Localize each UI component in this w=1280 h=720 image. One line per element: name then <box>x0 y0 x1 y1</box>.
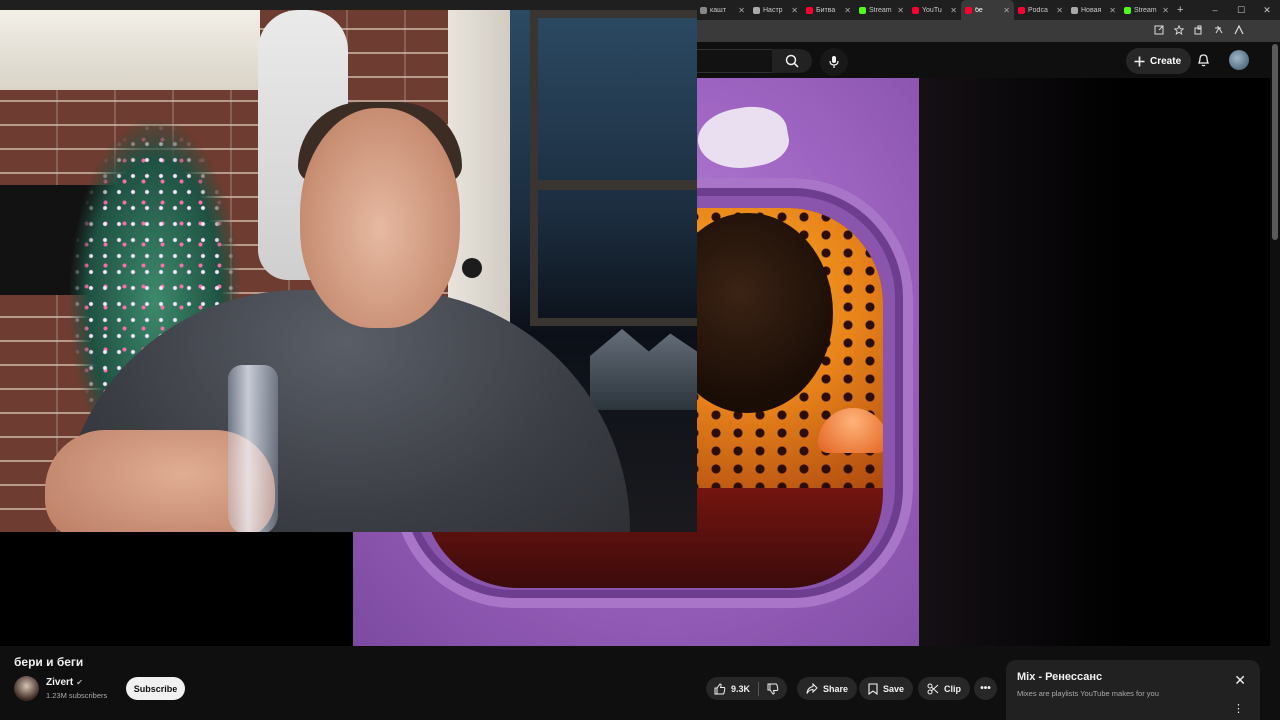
browser-tab[interactable]: Stream ✕ <box>1120 0 1173 20</box>
mix-playlist-panel: Mix - Ренессанс Mixes are playlists YouT… <box>1006 660 1260 720</box>
tab-title: Stream <box>1134 6 1157 14</box>
tab-close-icon[interactable]: ✕ <box>1056 6 1063 15</box>
save-button[interactable]: Save <box>859 677 914 700</box>
browser-tab[interactable]: бе ✕ <box>961 0 1014 20</box>
channel-avatar[interactable] <box>14 676 39 701</box>
tab-favicon-icon <box>700 6 707 14</box>
new-tab-button[interactable]: + <box>1177 4 1183 16</box>
subscriber-count: 1.23M subscribers <box>46 691 108 700</box>
mic-icon <box>828 55 840 69</box>
browser-tab[interactable]: кашт ✕ <box>696 0 749 20</box>
video-title: бери и беги <box>14 655 84 669</box>
tab-title: бе <box>975 6 983 14</box>
browser-tab[interactable]: Podca ✕ <box>1014 0 1067 20</box>
search-icon <box>785 54 799 68</box>
tab-favicon-icon <box>859 6 866 14</box>
toolbar-icons <box>1154 20 1244 42</box>
channel-name[interactable]: Zivert ✔ <box>46 677 83 688</box>
translate-icon[interactable] <box>1214 25 1224 37</box>
tab-close-icon[interactable]: ✕ <box>738 6 745 15</box>
scissors-icon <box>927 683 939 695</box>
tab-title: Stream <box>869 6 892 14</box>
bookmark-star-icon[interactable] <box>1173 24 1185 37</box>
tab-title: кашт <box>710 6 726 14</box>
more-actions-button[interactable]: ••• <box>974 677 997 700</box>
subscribe-button[interactable]: Subscribe <box>126 677 185 700</box>
save-button-wrap: Save <box>859 677 914 700</box>
maximize-button[interactable]: ☐ <box>1228 0 1254 20</box>
tab-favicon-icon <box>806 6 813 14</box>
tab-favicon-icon <box>1071 6 1078 14</box>
tab-favicon-icon <box>753 6 760 14</box>
share-icon <box>806 682 818 695</box>
create-plus-icon <box>1134 56 1145 67</box>
tab-title: Битва <box>816 6 836 14</box>
thumbs-down-icon <box>767 683 779 695</box>
window-controls: – ☐ ✕ <box>1202 0 1280 20</box>
verified-icon: ✔ <box>76 678 83 687</box>
tab-favicon-icon <box>912 6 919 14</box>
page-scrollbar[interactable] <box>1272 44 1278 240</box>
tab-close-icon[interactable]: ✕ <box>791 6 798 15</box>
voice-search-button[interactable] <box>820 48 848 76</box>
browser-tab[interactable]: YouTu ✕ <box>908 0 961 20</box>
door-knob <box>462 258 482 278</box>
browser-tab[interactable]: Настр ✕ <box>749 0 802 20</box>
clip-button[interactable]: Clip <box>918 677 970 700</box>
open-in-app-icon[interactable] <box>1154 25 1164 37</box>
tab-favicon-icon <box>1124 6 1131 14</box>
share-label: Share <box>823 683 849 694</box>
share-button[interactable]: Share <box>797 677 858 700</box>
share-button-wrap: Share <box>797 677 858 700</box>
create-label: Create <box>1150 55 1182 67</box>
close-window-button[interactable]: ✕ <box>1254 0 1280 20</box>
player-side-fade <box>919 78 1270 646</box>
tab-close-icon[interactable]: ✕ <box>950 6 957 15</box>
browser-tab[interactable]: Новая ✕ <box>1067 0 1120 20</box>
profile-icon[interactable] <box>1234 24 1244 37</box>
create-button[interactable]: Create <box>1126 48 1192 74</box>
tab-favicon-icon <box>1018 6 1025 14</box>
glass-bottle <box>228 365 278 532</box>
tab-close-icon[interactable]: ✕ <box>1109 6 1116 15</box>
tab-title: Podca <box>1028 6 1048 14</box>
minimize-button[interactable]: – <box>1202 0 1228 20</box>
bookmark-icon <box>868 682 878 695</box>
mix-close-button[interactable]: ✕ <box>1234 672 1246 689</box>
dove-figure <box>693 100 793 176</box>
channel-name-text[interactable]: Zivert <box>46 677 73 688</box>
tab-list: кашт ✕ Настр ✕ Битва ✕ Stream ✕ YouTu ✕ бе ✕ Podca ✕ Н… <box>696 0 1183 20</box>
bell-icon <box>1197 53 1210 67</box>
notifications-button[interactable] <box>1192 49 1214 71</box>
browser-tab[interactable]: Stream ✕ <box>855 0 908 20</box>
search-button[interactable] <box>772 49 812 73</box>
clip-label: Clip <box>944 683 961 694</box>
ceiling <box>0 10 260 90</box>
like-button[interactable]: 9.3K <box>706 677 758 700</box>
webcam-overlay <box>0 10 697 532</box>
tab-close-icon[interactable]: ✕ <box>844 6 851 15</box>
tab-title: YouTu <box>922 6 942 14</box>
account-avatar[interactable] <box>1229 50 1249 70</box>
browser-tab[interactable]: Битва ✕ <box>802 0 855 20</box>
search-input[interactable] <box>696 49 772 73</box>
tab-close-icon[interactable]: ✕ <box>1003 6 1010 15</box>
tab-close-icon[interactable]: ✕ <box>897 6 904 15</box>
tab-close-icon[interactable]: ✕ <box>1162 6 1169 15</box>
thumbs-up-icon <box>714 682 726 695</box>
screen: { "browser": { "tabs": [ {"label": "кашт… <box>0 0 1280 720</box>
like-dislike-group: 9.3K <box>706 677 788 700</box>
tab-favicon-icon <box>965 6 972 14</box>
dislike-button[interactable] <box>759 677 787 700</box>
mix-title[interactable]: Mix - Ренессанс <box>1017 671 1102 683</box>
clip-button-wrap: Clip <box>918 677 970 700</box>
extensions-icon[interactable] <box>1194 25 1204 37</box>
save-label: Save <box>883 683 905 694</box>
mix-subtitle: Mixes are playlists YouTube makes for yo… <box>1017 689 1159 698</box>
like-count: 9.3K <box>731 683 751 694</box>
person-face <box>300 108 460 328</box>
tab-title: Настр <box>763 6 783 14</box>
mix-menu-button[interactable]: ⋮ <box>1233 702 1244 715</box>
tab-title: Новая <box>1081 6 1102 14</box>
